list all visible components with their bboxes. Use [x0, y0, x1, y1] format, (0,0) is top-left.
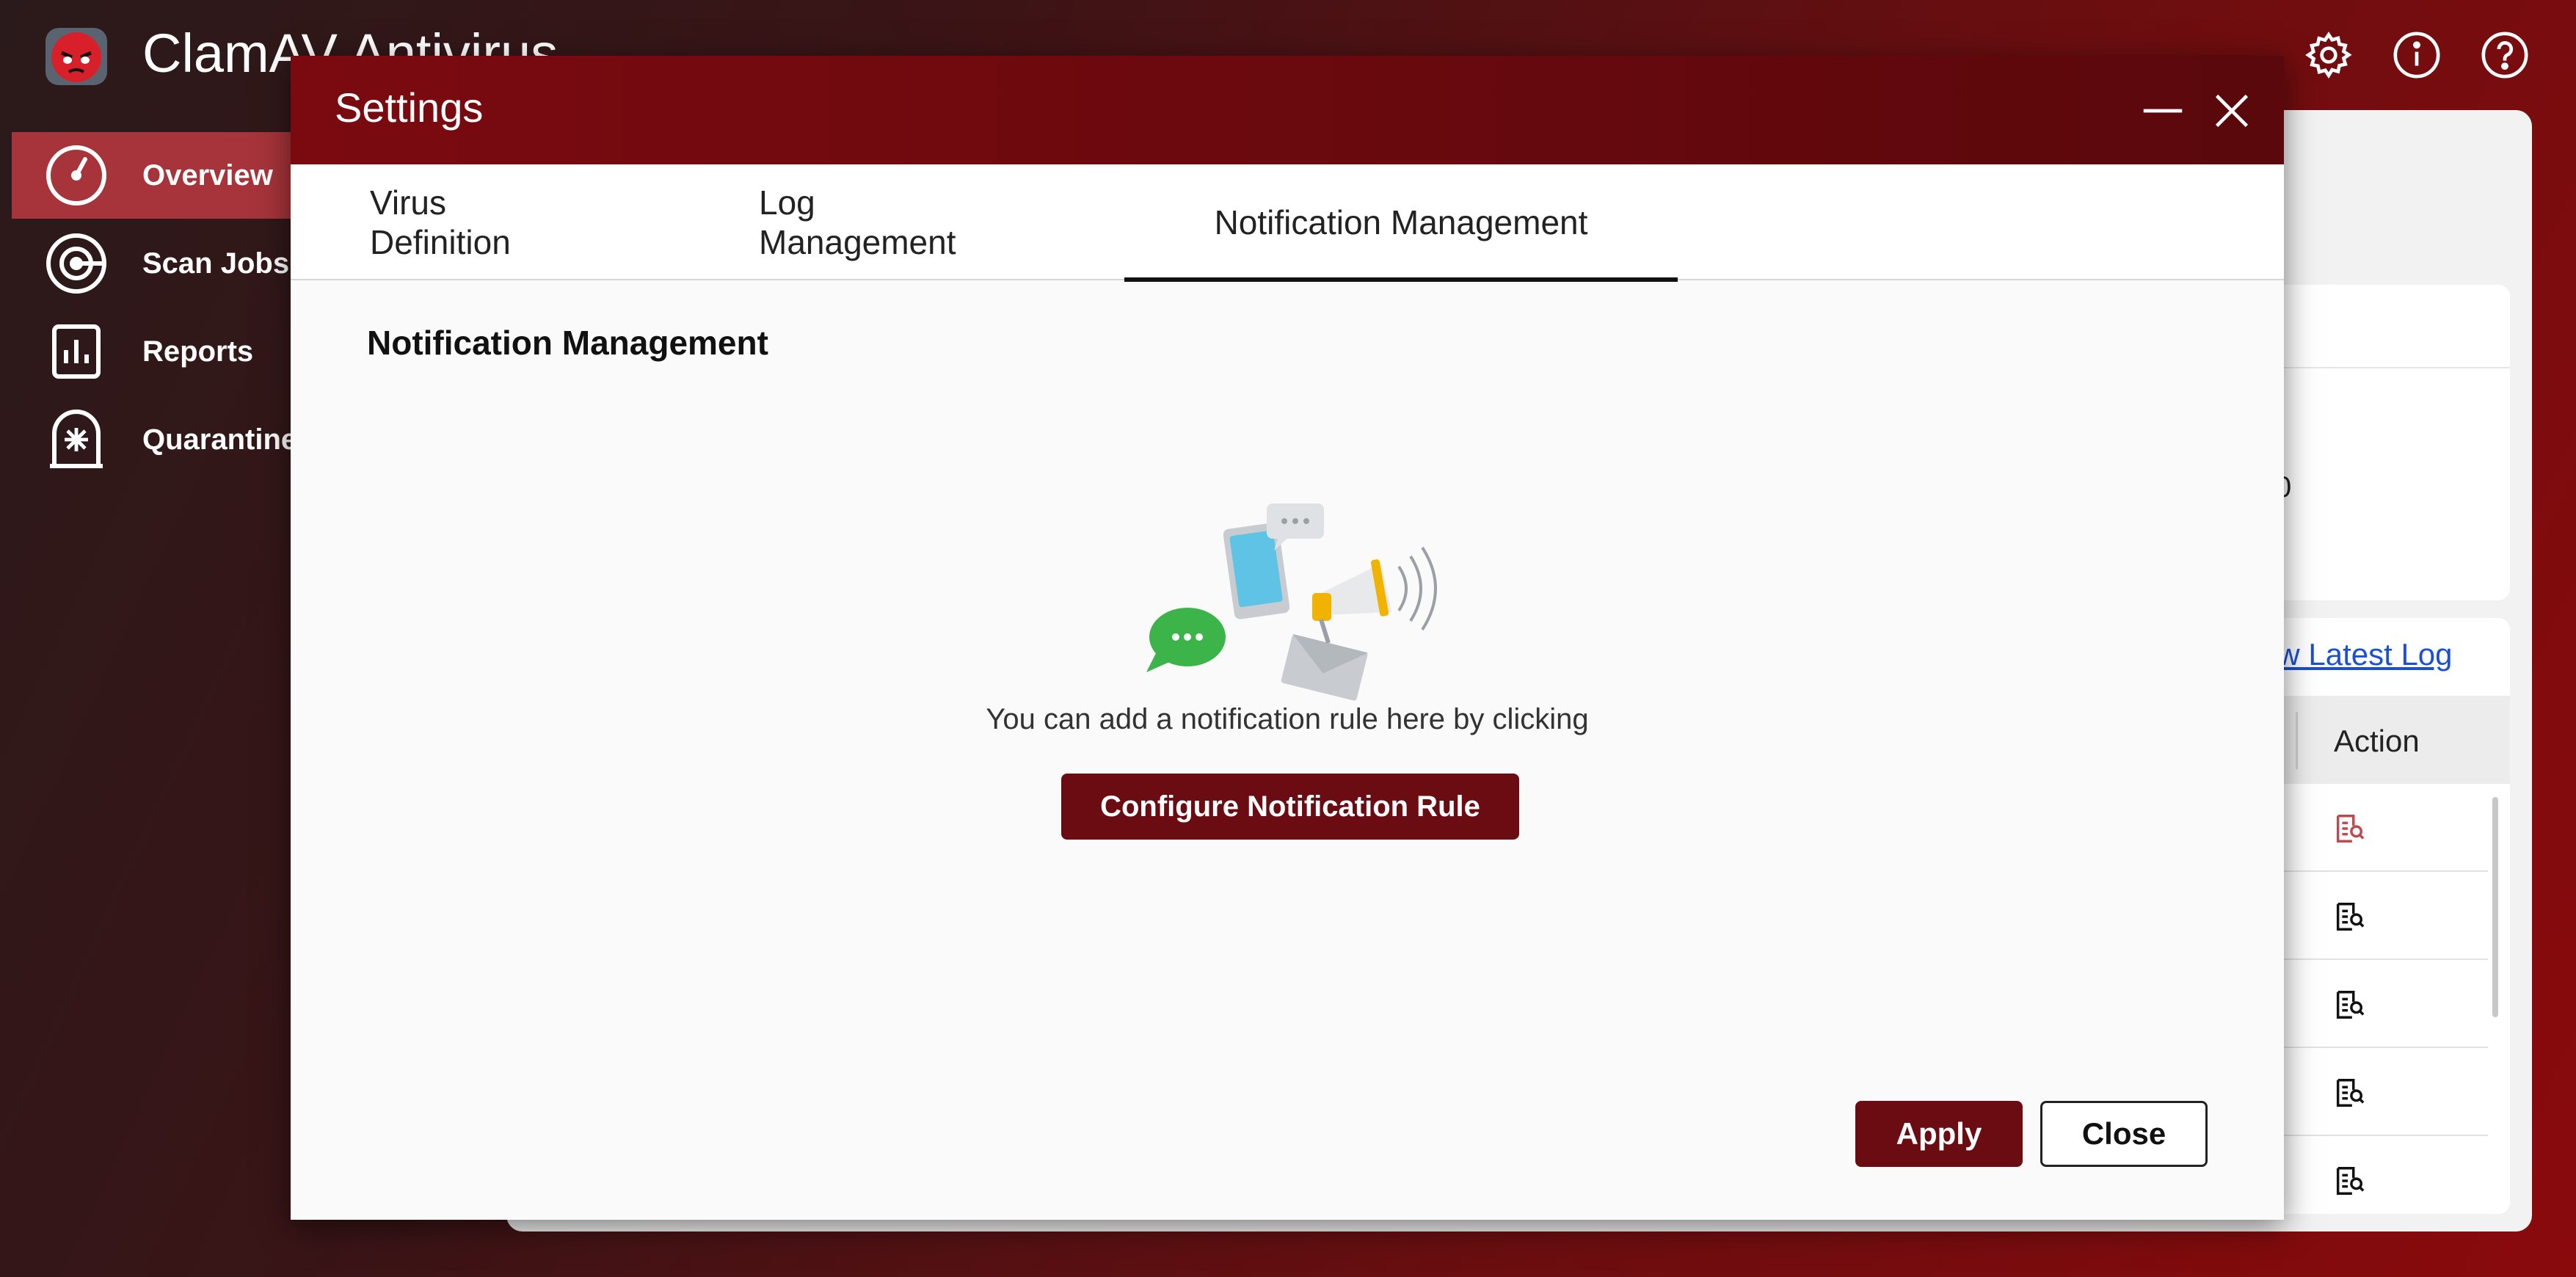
- sidebar-item-quarantine[interactable]: Quarantine: [0, 396, 308, 483]
- target-icon: [44, 231, 109, 296]
- info-icon[interactable]: [2391, 29, 2442, 81]
- sidebar-item-reports[interactable]: Reports: [0, 308, 308, 395]
- configure-notification-rule-button[interactable]: Configure Notification Rule: [1061, 774, 1519, 840]
- app-logo: [41, 21, 112, 88]
- column-divider: [2296, 712, 2298, 769]
- minimize-icon[interactable]: [2137, 85, 2188, 137]
- section-title: Notification Management: [367, 324, 768, 362]
- gauge-icon: [44, 143, 109, 208]
- close-icon[interactable]: [2206, 85, 2257, 137]
- scrollbar[interactable]: [2492, 797, 2498, 1017]
- tab-notification-management[interactable]: Notification Management: [1124, 164, 1678, 282]
- empty-state-message: You can add a notification rule here by …: [986, 703, 1589, 735]
- dialog-header: Settings: [291, 56, 2284, 164]
- view-latest-log-link[interactable]: ew Latest Log: [2260, 637, 2453, 672]
- view-log-icon[interactable]: [2332, 900, 2366, 934]
- view-log-icon[interactable]: [2332, 988, 2366, 1022]
- help-icon[interactable]: [2479, 29, 2530, 81]
- sidebar-item-label: Quarantine: [142, 423, 298, 456]
- tab-log-management[interactable]: Log Management: [759, 164, 995, 280]
- sidebar-item-label: Scan Jobs: [142, 247, 290, 280]
- dialog-title: Settings: [335, 84, 484, 131]
- view-log-icon[interactable]: [2332, 1076, 2366, 1110]
- apply-button[interactable]: Apply: [1855, 1101, 2023, 1167]
- bar-chart-icon: [44, 319, 109, 384]
- close-button[interactable]: Close: [2040, 1101, 2208, 1167]
- notification-illustration: [1142, 493, 1450, 713]
- settings-tabs: Virus Definition Log Management Notifica…: [291, 164, 2284, 282]
- tab-virus-definition[interactable]: Virus Definition: [370, 164, 561, 280]
- view-log-icon[interactable]: [2332, 812, 2366, 845]
- column-header-action: Action: [2334, 724, 2420, 758]
- sidebar-item-label: Overview: [142, 159, 273, 192]
- sidebar-item-overview[interactable]: Overview: [12, 132, 320, 219]
- sidebar-item-label: Reports: [142, 335, 254, 368]
- quarantine-icon: [44, 407, 109, 472]
- gear-icon[interactable]: [2303, 29, 2354, 81]
- view-log-icon[interactable]: [2332, 1164, 2366, 1198]
- settings-dialog: Settings Virus Definition Log Management…: [291, 56, 2284, 1220]
- sidebar-item-scan-jobs[interactable]: Scan Jobs: [0, 220, 308, 307]
